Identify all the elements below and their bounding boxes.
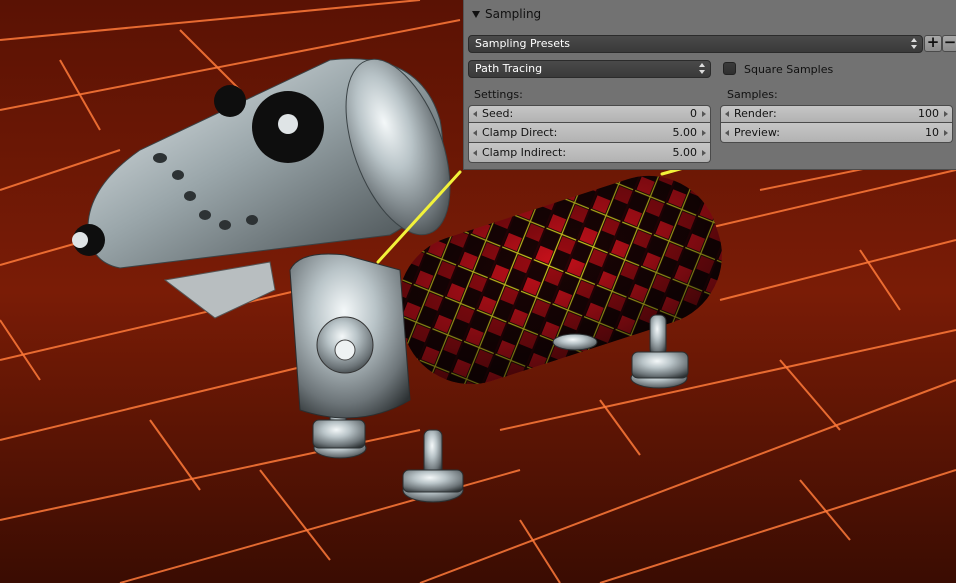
minus-icon[interactable]: − [942,35,956,52]
increment-arrow-icon[interactable] [702,111,706,117]
decrement-arrow-icon[interactable] [473,150,477,156]
field-label: Clamp Indirect: [482,146,567,159]
field-label: Preview: [734,126,780,139]
decrement-arrow-icon[interactable] [725,111,729,117]
sampling-presets-menu[interactable]: Sampling Presets [468,35,923,53]
plus-icon[interactable]: + [924,35,942,52]
samples-heading: Samples: [727,88,778,101]
increment-arrow-icon[interactable] [702,150,706,156]
field-value: 100 [918,107,939,120]
field-value: 10 [925,126,939,139]
panel-title: Sampling [485,7,542,21]
integrator-select[interactable]: Path Tracing [468,60,711,78]
decrement-arrow-icon[interactable] [473,130,477,136]
square-samples-label: Square Samples [744,63,834,76]
increment-arrow-icon[interactable] [702,130,706,136]
preview-samples-field[interactable]: Preview: 10 [720,123,953,143]
seed-field[interactable]: Seed: 0 [468,105,711,123]
field-label: Seed: [482,107,514,120]
updown-arrows-icon [699,62,706,76]
updown-arrows-icon [911,37,918,51]
sampling-presets-label: Sampling Presets [475,37,571,50]
field-label: Render: [734,107,777,120]
collapse-triangle-icon[interactable] [472,11,480,18]
increment-arrow-icon[interactable] [944,111,948,117]
clamp-indirect-field[interactable]: Clamp Indirect: 5.00 [468,143,711,163]
integrator-value: Path Tracing [475,62,543,75]
field-value: 0 [690,107,697,120]
clamp-direct-field[interactable]: Clamp Direct: 5.00 [468,123,711,143]
decrement-arrow-icon[interactable] [725,130,729,136]
field-value: 5.00 [672,126,698,139]
sampling-panel: Sampling Sampling Presets + − Path Traci… [463,0,956,170]
field-value: 5.00 [672,146,698,159]
panel-header[interactable]: Sampling [468,4,952,24]
increment-arrow-icon[interactable] [944,130,948,136]
square-samples-checkbox[interactable] [723,62,736,75]
settings-heading: Settings: [474,88,523,101]
field-label: Clamp Direct: [482,126,558,139]
decrement-arrow-icon[interactable] [473,111,477,117]
render-samples-field[interactable]: Render: 100 [720,105,953,123]
